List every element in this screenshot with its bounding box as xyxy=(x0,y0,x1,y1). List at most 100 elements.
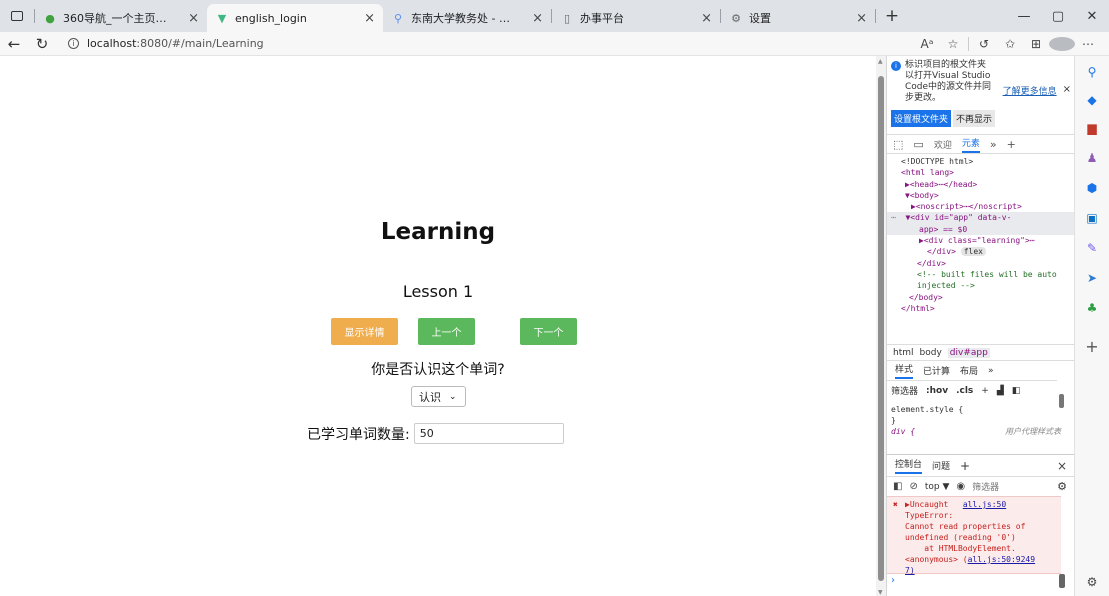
dom-node-selected[interactable]: ⋯ ▼<div id="app" data-v- xyxy=(887,212,1075,224)
show-detail-button[interactable]: 显示详情 xyxy=(331,318,398,345)
scroll-up-icon[interactable]: ▲ xyxy=(878,58,883,65)
sidebar-toggle-icon[interactable]: ◧ xyxy=(1012,386,1021,396)
maximize-button[interactable]: ▢ xyxy=(1041,0,1075,32)
dom-node[interactable]: ▶<div class="learning">⋯ xyxy=(887,235,1075,246)
close-drawer-icon[interactable]: × xyxy=(1057,459,1067,473)
breadcrumb-body[interactable]: body xyxy=(920,348,942,358)
dom-node[interactable]: <!DOCTYPE html> xyxy=(887,156,1075,167)
console-filter-input[interactable]: 筛选器 xyxy=(972,480,999,493)
tab-office-platform[interactable]: ▯ 办事平台 × xyxy=(552,6,720,30)
favorite-star-icon[interactable]: ☆ xyxy=(940,37,966,51)
address-bar[interactable]: i localhost:8080/#/main/Learning xyxy=(68,37,914,50)
favorites-icon[interactable]: ✩ xyxy=(997,37,1023,51)
tab-360[interactable]: ● 360导航_一个主页，整个世界 × xyxy=(35,6,207,30)
page-scrollbar[interactable]: ▲ ▼ xyxy=(876,56,886,596)
tab-computed[interactable]: 已计算 xyxy=(923,364,950,377)
tab-issues[interactable]: 问题 xyxy=(932,459,950,472)
know-word-select[interactable]: 认识 ⌄ xyxy=(411,386,466,407)
cls-toggle[interactable]: .cls xyxy=(956,386,973,396)
source-link[interactable]: all.js:50:9249 xyxy=(968,555,1035,564)
sidebar-toggle-icon[interactable]: ◧ xyxy=(893,481,902,492)
clear-console-icon[interactable]: ⊘ xyxy=(909,481,917,492)
minimize-button[interactable]: — xyxy=(1007,0,1041,32)
tag-icon[interactable]: ◆ xyxy=(1084,92,1100,108)
new-tab-button[interactable]: + xyxy=(882,4,902,28)
previous-button[interactable]: 上一个 xyxy=(418,318,475,345)
tab-elements[interactable]: 元素 xyxy=(961,136,980,153)
refresh-icon[interactable]: ↻ xyxy=(28,35,56,53)
tab-styles[interactable]: 样式 xyxy=(895,362,914,379)
designer-icon[interactable]: ✎ xyxy=(1084,240,1100,256)
paint-icon[interactable]: ▟ xyxy=(997,386,1004,396)
dom-node[interactable]: </body> xyxy=(887,292,1075,303)
console-error-message[interactable]: ✖ ▶Uncaught all.js:50 TypeError: Cannot … xyxy=(887,496,1061,575)
send-icon[interactable]: ➤ xyxy=(1084,270,1100,286)
tab-settings[interactable]: ⚙ 设置 × xyxy=(721,6,875,30)
toolbox-icon[interactable]: ▆ xyxy=(1084,120,1100,136)
tab-close-icon[interactable]: × xyxy=(358,11,375,26)
tab-seu-search[interactable]: ⚲ 东南大学教务处 - 搜索 × xyxy=(383,6,551,30)
dom-node[interactable]: ▶<noscript>⋯</noscript> xyxy=(887,201,1075,212)
context-select[interactable]: top ▼ xyxy=(925,482,950,492)
back-arrow-icon[interactable]: ← xyxy=(0,35,28,53)
console-prompt[interactable]: › xyxy=(891,575,895,586)
scrollbar-thumb[interactable] xyxy=(878,76,884,581)
device-toolbar-icon[interactable]: ▭ xyxy=(913,138,923,151)
tab-english-login[interactable]: ▼ english_login × xyxy=(207,4,383,32)
eye-icon[interactable]: ◉ xyxy=(956,481,965,492)
flex-badge[interactable]: flex xyxy=(960,247,986,257)
dom-node[interactable]: ▼<body> xyxy=(887,190,1075,201)
inspect-element-icon[interactable]: ⬚ xyxy=(893,138,903,151)
console-scrollbar-thumb[interactable] xyxy=(1059,574,1065,588)
dom-node[interactable]: </div> flex xyxy=(887,246,1075,257)
scroll-down-icon[interactable]: ▼ xyxy=(878,589,883,596)
set-root-folder-button[interactable]: 设置根文件夹 xyxy=(891,110,952,127)
add-app-icon[interactable]: + xyxy=(1084,337,1100,356)
workspaces-button[interactable] xyxy=(0,0,34,32)
more-tabs-icon[interactable]: » xyxy=(988,366,994,376)
more-tabs-icon[interactable]: » xyxy=(990,138,997,151)
dom-node[interactable]: injected --> xyxy=(887,280,1075,291)
tab-welcome[interactable]: 欢迎 xyxy=(934,138,952,151)
breadcrumb-html[interactable]: html xyxy=(893,348,914,358)
refresh-circle-icon[interactable]: ↺ xyxy=(971,37,997,51)
tab-close-icon[interactable]: × xyxy=(695,11,712,26)
office-icon[interactable]: ⬢ xyxy=(1084,180,1100,196)
dom-node[interactable]: </html> xyxy=(887,303,1075,314)
tab-layout[interactable]: 布局 xyxy=(960,364,978,377)
read-aloud-icon[interactable]: Aᵃ xyxy=(914,37,940,51)
collections-icon[interactable]: ⊞ xyxy=(1023,37,1049,51)
next-button[interactable]: 下一个 xyxy=(520,318,577,345)
dom-node[interactable]: <!-- built files will be auto xyxy=(887,269,1075,280)
dom-node[interactable]: ▶<head>⋯</head> xyxy=(887,179,1075,190)
add-tool-icon[interactable]: + xyxy=(1007,138,1016,151)
dom-node[interactable]: <html lang> xyxy=(887,167,1075,178)
tab-close-icon[interactable]: × xyxy=(182,11,199,26)
outlook-icon[interactable]: ▣ xyxy=(1084,210,1100,226)
add-drawer-tab-icon[interactable]: + xyxy=(960,459,970,473)
banner-close-icon[interactable]: × xyxy=(1063,84,1071,104)
tree-icon[interactable]: ♣ xyxy=(1084,300,1100,316)
new-rule-icon[interactable]: + xyxy=(981,386,989,396)
site-info-icon[interactable]: i xyxy=(68,38,79,49)
dom-node[interactable]: </div> xyxy=(887,258,1075,269)
learned-count-input[interactable]: 50 xyxy=(413,423,564,444)
people-icon[interactable]: ♟ xyxy=(1084,150,1100,166)
gear-icon[interactable]: ⚙ xyxy=(1057,480,1067,493)
close-window-button[interactable]: ✕ xyxy=(1075,0,1109,32)
tab-console[interactable]: 控制台 xyxy=(895,457,923,474)
search-icon[interactable]: ⚲ xyxy=(1084,64,1100,80)
profile-button[interactable] xyxy=(1049,36,1075,51)
breadcrumb-div-app[interactable]: div#app xyxy=(947,347,990,358)
dont-show-again-button[interactable]: 不再显示 xyxy=(953,110,996,127)
styles-filter-input[interactable]: 筛选器 xyxy=(891,384,918,397)
source-link[interactable]: all.js:50 xyxy=(963,500,1006,509)
hov-toggle[interactable]: :hov xyxy=(926,386,948,396)
learn-more-link[interactable]: 了解更多信息 xyxy=(1003,84,1057,104)
tab-close-icon[interactable]: × xyxy=(850,11,867,26)
tab-close-icon[interactable]: × xyxy=(526,11,543,26)
dom-node-selected[interactable]: app> == $0 xyxy=(887,223,1075,236)
gear-icon[interactable]: ⚙ xyxy=(1084,574,1100,590)
more-menu-icon[interactable]: ⋯ xyxy=(1075,37,1101,51)
style-rule[interactable]: element.style { xyxy=(891,404,1061,415)
